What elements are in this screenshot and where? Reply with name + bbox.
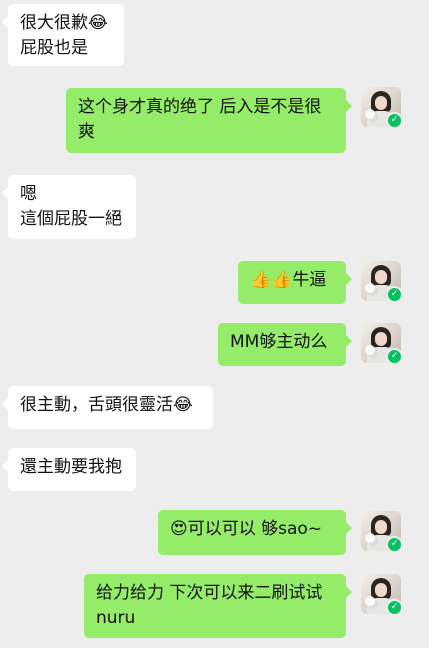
avatar[interactable]: ✓ bbox=[361, 261, 401, 301]
message-bubble-sent[interactable]: 这个身才真的绝了 后入是不是很爽 bbox=[66, 88, 352, 153]
verified-check-icon: ✓ bbox=[386, 112, 401, 127]
verified-check-icon: ✓ bbox=[386, 536, 401, 551]
chat-window: 很大很歉😂 屁股也是 这个身才真的绝了 后入是不是很爽 ✓ 嗯 這個屁股一絕 👍… bbox=[0, 0, 429, 648]
message-bubble-received[interactable]: 很主動，舌頭很靈活😂 bbox=[2, 386, 213, 429]
message-bubble-received[interactable]: 嗯 這個屁股一絕 bbox=[2, 175, 136, 239]
message-bubble-sent[interactable]: 给力给力 下次可以来二刷试试nuru bbox=[84, 574, 352, 638]
message-bubble-sent[interactable]: 👍👍牛逼 bbox=[238, 261, 352, 304]
avatar[interactable]: ✓ bbox=[361, 511, 401, 551]
avatar[interactable]: ✓ bbox=[361, 574, 401, 614]
avatar[interactable]: ✓ bbox=[361, 323, 401, 363]
verified-check-icon: ✓ bbox=[386, 286, 401, 301]
message-bubble-received[interactable]: 很大很歉😂 屁股也是 bbox=[2, 4, 124, 66]
avatar[interactable]: ✓ bbox=[361, 87, 401, 127]
message-bubble-received[interactable]: 還主動要我抱 bbox=[2, 448, 136, 491]
message-bubble-sent[interactable]: MM够主动么 bbox=[218, 323, 352, 366]
verified-check-icon: ✓ bbox=[386, 599, 401, 614]
verified-check-icon: ✓ bbox=[386, 348, 401, 363]
message-bubble-sent[interactable]: 😍可以可以 够sao~ bbox=[158, 510, 352, 555]
